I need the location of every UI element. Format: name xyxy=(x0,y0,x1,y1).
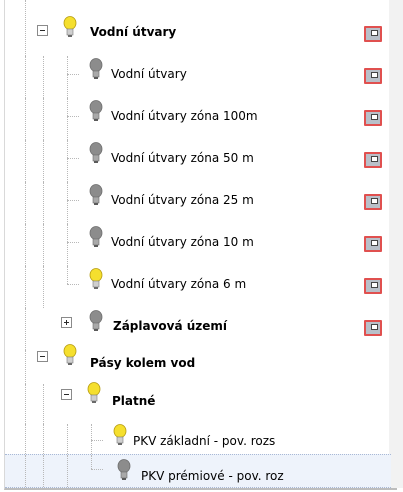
tree-guide xyxy=(67,242,79,243)
tree-guide xyxy=(43,224,44,266)
tree-item-label[interactable]: Pásy kolem vod xyxy=(90,355,195,371)
tree-row-vodni-utvary-zona-6[interactable]: Vodní útvary zóna 6 m xyxy=(5,266,391,308)
collapse-icon[interactable] xyxy=(37,25,48,36)
collapse-icon[interactable] xyxy=(61,389,72,400)
collapse-icon[interactable] xyxy=(37,351,48,362)
tree-item-label[interactable]: Vodní útvary zóna 100m xyxy=(111,108,258,124)
tree-guide xyxy=(43,182,44,224)
tree-guide xyxy=(67,56,68,98)
tree-guide xyxy=(25,56,26,98)
tree-guide xyxy=(67,455,68,489)
tree-item-label[interactable]: Vodní útvary zóna 50 m xyxy=(111,150,254,166)
tree-guide xyxy=(43,384,44,426)
bulb-on-icon[interactable] xyxy=(89,268,103,290)
tree-item-label[interactable]: Vodní útvary zóna 25 m xyxy=(111,192,254,208)
bulb-off-icon[interactable] xyxy=(89,100,103,122)
tree-guide xyxy=(67,182,68,224)
tree-guide xyxy=(25,266,26,308)
legend-button[interactable] xyxy=(364,278,382,294)
tree-item-label[interactable]: Záplavová území xyxy=(113,318,227,334)
tree-guide xyxy=(25,98,26,140)
tree-item-label[interactable]: Vodní útvary xyxy=(90,24,176,40)
legend-button[interactable] xyxy=(364,194,382,210)
bulb-on-icon[interactable] xyxy=(63,16,77,38)
legend-button[interactable] xyxy=(364,236,382,252)
legend-button[interactable] xyxy=(364,152,382,168)
legend-button[interactable] xyxy=(364,320,382,336)
tree-guide xyxy=(67,98,68,140)
bulb-off-icon[interactable] xyxy=(117,459,131,481)
tree-item-label[interactable]: Platné xyxy=(112,393,155,409)
bulb-off-icon[interactable] xyxy=(89,226,103,248)
tree-guide xyxy=(43,455,44,489)
tree-guide xyxy=(43,266,44,308)
bulb-on-icon[interactable] xyxy=(63,344,77,366)
tree-row-vodni-utvary-zona-25[interactable]: Vodní útvary zóna 25 m xyxy=(5,182,391,224)
tree-guide xyxy=(43,56,44,98)
bulb-off-icon[interactable] xyxy=(89,184,103,206)
expand-icon[interactable] xyxy=(61,317,72,328)
tree-guide xyxy=(67,224,68,266)
tree-guide xyxy=(25,224,26,266)
tree-guide xyxy=(67,74,79,75)
tree-guide xyxy=(43,98,44,140)
tree-row-vodni-utvary-zona-100[interactable]: Vodní útvary zóna 100m xyxy=(5,98,391,140)
tree-guide xyxy=(43,140,44,182)
tree-row-vodni-utvary[interactable]: Vodní útvary xyxy=(5,56,391,98)
tree-guide xyxy=(67,140,68,182)
legend-button[interactable] xyxy=(364,26,382,42)
tree-guide xyxy=(91,455,92,469)
legend-button[interactable] xyxy=(364,68,382,84)
tree-guide xyxy=(25,455,26,489)
tree-row-vodni-utvary-zona-50[interactable]: Vodní útvary zóna 50 m xyxy=(5,140,391,182)
layer-tree-panel: Vodní útvary Vodní útvary Vodní útvary z… xyxy=(4,0,403,490)
bulb-off-icon[interactable] xyxy=(89,310,103,332)
bulb-on-icon[interactable] xyxy=(87,382,101,404)
bulb-off-icon[interactable] xyxy=(89,58,103,80)
tree-guide xyxy=(25,182,26,224)
bulb-on-icon[interactable] xyxy=(113,424,127,446)
tree-guide xyxy=(25,140,26,182)
tree-row-platne[interactable]: Platné xyxy=(5,382,391,426)
tree-guide xyxy=(67,200,79,201)
tree-row-vodni-utvary-group[interactable]: Vodní útvary xyxy=(5,0,391,56)
tree-guide xyxy=(91,440,103,441)
tree-item-label[interactable]: Vodní útvary xyxy=(111,66,187,82)
tree-guide xyxy=(25,384,26,426)
tree-item-label[interactable]: PKV základní - pov. rozs xyxy=(133,433,275,449)
tree-guide xyxy=(67,116,79,117)
tree-guide xyxy=(25,308,26,350)
tree-row-vodni-utvary-zona-10[interactable]: Vodní útvary zóna 10 m xyxy=(5,224,391,266)
tree-guide xyxy=(67,266,68,284)
tree-guide xyxy=(67,158,79,159)
tree-guide xyxy=(25,0,26,56)
bulb-off-icon[interactable] xyxy=(89,142,103,164)
tree-item-label[interactable]: PKV prémiové - pov. roz xyxy=(141,468,284,484)
scrollbar-gutter[interactable] xyxy=(389,0,403,488)
tree-item-label[interactable]: Vodní útvary zóna 6 m xyxy=(111,276,246,292)
tree-row-pkv-premiove[interactable]: PKV prémiové - pov. roz xyxy=(5,454,391,489)
legend-button[interactable] xyxy=(364,110,382,126)
tree-guide xyxy=(67,284,79,285)
tree-item-label[interactable]: Vodní útvary zóna 10 m xyxy=(111,234,254,250)
tree-guide xyxy=(91,469,103,470)
